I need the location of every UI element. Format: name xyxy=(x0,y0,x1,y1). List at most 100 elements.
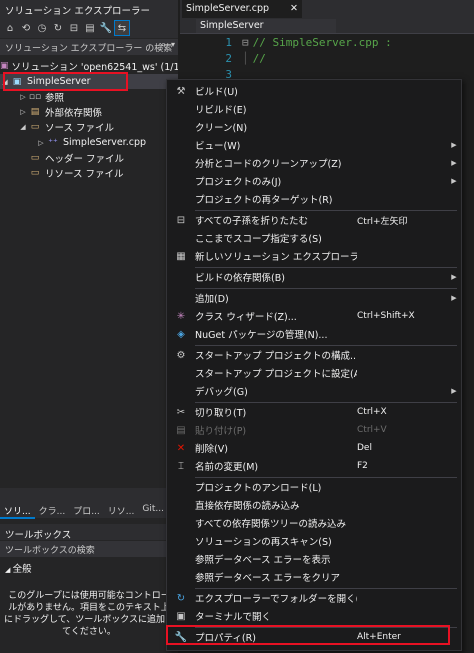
menu-item-build[interactable]: ⚒ ビルド(U) xyxy=(167,82,461,100)
wrench-icon: 🔧 xyxy=(174,631,188,643)
menu-item-new-view[interactable]: ▦新しいソリューション エクスプローラーのビュー(N) xyxy=(167,247,461,265)
expand-down-icon[interactable]: ◢ xyxy=(0,78,10,86)
menu-item-clear-db-errors[interactable]: 参照データベース エラーをクリア xyxy=(167,568,461,586)
collapse-all-icon[interactable]: ⊟ xyxy=(67,21,81,35)
tree-item-solution[interactable]: ▣ ソリューション 'open62541_ws' (1/1 ( xyxy=(0,58,178,73)
expand-right-icon[interactable]: ▷ xyxy=(18,93,28,101)
menu-item-view[interactable]: ビュー(W) ▶ xyxy=(167,136,461,154)
menu-item-startup-config[interactable]: ⚙ スタートアップ プロジェクトの構成... xyxy=(167,346,461,364)
gear-icon: ⚙ xyxy=(176,349,186,361)
rename-icon: ⌶ xyxy=(178,460,184,472)
menu-item-clean[interactable]: クリーン(N) xyxy=(167,118,461,136)
editor-tab[interactable]: SimpleServer.cpp ✕ xyxy=(182,0,302,18)
preview-selected-icon[interactable]: ⇆ xyxy=(114,20,130,36)
menu-item-load-direct-deps[interactable]: 直接依存関係の読み込み xyxy=(167,496,461,514)
line-number: 2 xyxy=(225,52,232,65)
context-menu: ⚒ ビルド(U) リビルド(E) クリーン(N) ビュー(W) ▶ 分析とコードのク… xyxy=(166,79,462,651)
code-line[interactable]: 2 │// xyxy=(180,52,474,68)
external-deps-icon: ▤ xyxy=(30,106,40,117)
submenu-arrow-icon: ▶ xyxy=(451,294,457,302)
solution-icon: ▣ xyxy=(0,60,9,71)
menu-item-project-only[interactable]: プロジェクトのみ(J) ▶ xyxy=(167,172,461,190)
menu-item-analyze[interactable]: 分析とコードのクリーンアップ(Z) ▶ xyxy=(167,154,461,172)
class-wizard-icon: ✳ xyxy=(176,310,186,322)
menu-item-load-all-deps[interactable]: すべての依存関係ツリーの読み込み xyxy=(167,514,461,532)
toolbox-title: ツールボックス xyxy=(0,524,178,541)
tree-item-references[interactable]: ▷ ▫▫ 参照 xyxy=(0,89,178,104)
toolbox-group[interactable]: ◢ 全般 xyxy=(0,559,178,575)
expand-right-icon[interactable]: ▷ xyxy=(18,108,28,116)
menu-item-add[interactable]: 追加(D) ▶ xyxy=(167,289,461,307)
toolbox-search[interactable]: ツールボックスの検索 xyxy=(0,541,178,557)
tab-resource[interactable]: リソ... xyxy=(104,504,139,517)
tree-item-label: SimpleServer.cpp xyxy=(63,137,147,148)
menu-item-set-startup[interactable]: スタートアップ プロジェクトに設定(A) xyxy=(167,364,461,382)
tree-item-label: ヘッダー ファイル xyxy=(45,153,125,165)
menu-item-nuget[interactable]: ◈ NuGet パッケージの管理(N)... xyxy=(167,325,461,343)
submenu-arrow-icon: ▶ xyxy=(451,387,457,395)
tree-item-label: 外部依存関係 xyxy=(45,107,103,119)
tab-solution[interactable]: ソリ... xyxy=(0,504,35,519)
menu-item-debug[interactable]: デバッグ(G) ▶ xyxy=(167,382,461,400)
open-folder-icon: ↻ xyxy=(176,592,186,604)
menu-item-delete[interactable]: ✕ 削除(V) Del xyxy=(167,439,461,457)
menu-item-open-terminal[interactable]: ▣ ターミナルで開く xyxy=(167,607,461,625)
menu-item-rebuild[interactable]: リビルド(E) xyxy=(167,100,461,118)
submenu-arrow-icon: ▶ xyxy=(451,177,457,185)
tab-property[interactable]: プロ... xyxy=(69,504,104,517)
menu-item-cut[interactable]: ✂ 切り取り(T) Ctrl+X xyxy=(167,403,461,421)
fold-icon[interactable]: ⊟ xyxy=(242,36,249,49)
solution-explorer-panel: ソリューション エクスプローラー ⌂ ⟲ ◷ ↻ ⊟ ▤ 🔧 ⇆ ソリューション… xyxy=(0,0,178,653)
submenu-arrow-icon: ▶ xyxy=(451,141,457,149)
tree-item-source-files[interactable]: ◢ ▭ ソース ファイル xyxy=(0,119,178,134)
project-dropdown[interactable]: SimpleServer xyxy=(196,19,336,33)
menu-item-unload[interactable]: プロジェクトのアンロード(L) xyxy=(167,478,461,496)
tree-item-external-deps[interactable]: ▷ ▤ 外部依存関係 xyxy=(0,104,178,119)
expand-right-icon[interactable]: ▷ xyxy=(36,139,46,147)
tab-git[interactable]: Git... xyxy=(138,504,168,514)
code-text: // SimpleServer.cpp : xyxy=(252,36,392,49)
sync-icon[interactable]: ⟲ xyxy=(19,21,33,35)
references-icon: ▫▫ xyxy=(28,91,42,102)
search-icon[interactable]: ⌕ xyxy=(161,40,166,50)
menu-item-retarget[interactable]: プロジェクトの再ターゲット(R) xyxy=(167,190,461,208)
history-icon[interactable]: ◷ xyxy=(35,21,49,35)
tree-item-label: SimpleServer xyxy=(27,76,91,87)
tree-item-simpleserver-cpp[interactable]: ▷ ⁺⁺ SimpleServer.cpp xyxy=(0,135,178,150)
show-all-files-icon[interactable]: ▤ xyxy=(83,21,97,35)
tree-item-simpleserver[interactable]: ◢ ▣ SimpleServer xyxy=(0,74,178,89)
code-text: // xyxy=(252,52,266,65)
new-view-icon: ▦ xyxy=(176,250,186,262)
toolbox-empty-message: このグループには使用可能なコントロールがありません。項目をこのテキスト上にドラッ… xyxy=(4,591,175,637)
menu-item-scope[interactable]: ここまでスコープ指定する(S) xyxy=(167,229,461,247)
menu-item-rescan[interactable]: ソリューションの再スキャン(S) xyxy=(167,532,461,550)
code-line[interactable]: 1 ⊟// SimpleServer.cpp : xyxy=(180,36,474,52)
collapse-icon: ⊟ xyxy=(176,214,186,226)
menu-item-properties[interactable]: 🔧 プロパティ(R) Alt+Enter xyxy=(167,628,461,646)
solution-explorer-search[interactable]: ソリューション エクスプローラー の検索 ⌕ ▾ xyxy=(0,39,178,55)
menu-item-show-db-errors[interactable]: 参照データベース エラーを表示 xyxy=(167,550,461,568)
home-icon[interactable]: ⌂ xyxy=(3,21,17,35)
menu-item-open-in-explorer[interactable]: ↻ エクスプローラーでフォルダーを開く(X) xyxy=(167,589,461,607)
folder-icon: ▭ xyxy=(30,167,40,178)
menu-item-class-wizard[interactable]: ✳ クラス ウィザード(Z)... Ctrl+Shift+X xyxy=(167,307,461,325)
folder-icon: ▭ xyxy=(30,152,40,163)
tab-close-icon[interactable]: ✕ xyxy=(290,3,298,15)
expand-down-icon[interactable]: ◢ xyxy=(18,123,28,131)
submenu-arrow-icon: ▶ xyxy=(451,159,457,167)
paste-icon: ▤ xyxy=(176,424,186,436)
tab-class[interactable]: クラ... xyxy=(35,504,70,517)
tree-item-header-files[interactable]: ▭ ヘッダー ファイル xyxy=(0,150,178,165)
tree-item-resource-files[interactable]: ▭ リソース ファイル xyxy=(0,165,178,180)
properties-wrench-icon[interactable]: 🔧 xyxy=(99,21,113,35)
project-icon: ▣ xyxy=(12,76,22,87)
solution-explorer-toolbar: ⌂ ⟲ ◷ ↻ ⊟ ▤ 🔧 ⇆ xyxy=(0,18,178,38)
menu-item-rename[interactable]: ⌶ 名前の変更(M) F2 xyxy=(167,457,461,475)
chevron-down-icon[interactable]: ▾ xyxy=(171,40,175,49)
refresh-icon[interactable]: ↻ xyxy=(51,21,65,35)
toolbox-group-label: 全般 xyxy=(12,564,32,575)
menu-item-build-deps[interactable]: ビルドの依存関係(B) ▶ xyxy=(167,268,461,286)
menu-item-collapse-all[interactable]: ⊟ すべての子孫を折りたたむ Ctrl+左矢印 xyxy=(167,211,461,229)
tree-item-label: 参照 xyxy=(45,92,65,104)
search-label: ソリューション エクスプローラー の検索 xyxy=(5,44,173,54)
